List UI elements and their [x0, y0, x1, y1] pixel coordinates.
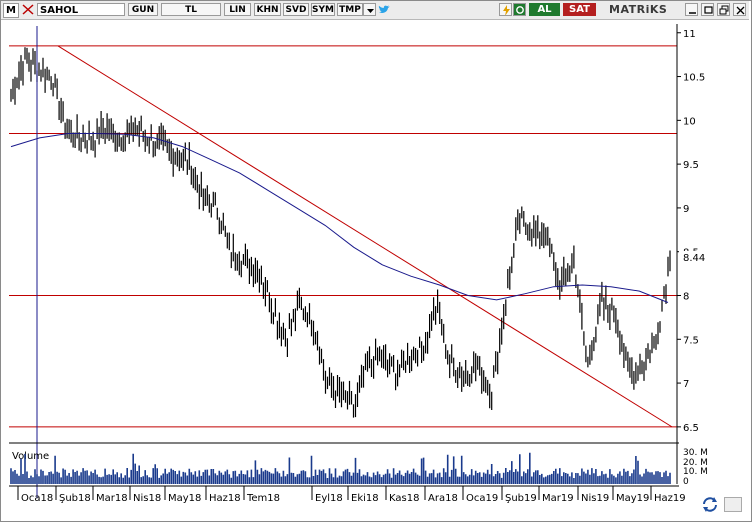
x-tick-label-12: Şub19 [505, 493, 537, 504]
y-tick-label-2: 10 [683, 116, 696, 127]
price-tag-label: 8.44 [683, 253, 705, 264]
y-tick-label-7: 7.5 [683, 335, 699, 346]
x-tick-label-0: Oca18 [21, 493, 53, 504]
volume-label: Volume [12, 451, 49, 462]
price-bars [10, 47, 671, 418]
y-tick-label-9: 6.5 [683, 423, 699, 434]
x-tick-label-14: Nis19 [581, 493, 609, 504]
volume-tick-label-0: 30. M [683, 448, 708, 458]
x-tick-label-7: Eyl18 [315, 493, 343, 504]
x-tick-label-13: Mar19 [542, 493, 574, 504]
x-tick-label-2: Mar18 [96, 493, 128, 504]
y-tick-label-4: 9 [683, 204, 689, 215]
x-tick-label-15: May19 [616, 493, 649, 504]
x-tick-label-9: Kas18 [389, 493, 419, 504]
y-tick-label-1: 10.5 [683, 73, 705, 84]
x-tick-label-5: Haz18 [209, 493, 241, 504]
x-tick-label-11: Oca19 [466, 493, 498, 504]
price-chart: 1110.5109.598.587.576.58.44 Volume30. M2… [9, 24, 709, 504]
volume-bars [10, 452, 671, 484]
volume-tick-label-2: 10. M [683, 467, 708, 477]
y-tick-label-8: 7 [683, 379, 689, 390]
x-tick-label-3: Nis18 [133, 493, 161, 504]
x-tick-label-10: Ara18 [428, 493, 458, 504]
x-tick-label-16: Haz19 [654, 493, 686, 504]
y-tick-label-0: 11 [683, 29, 696, 40]
x-tick-label-1: Şub18 [59, 493, 91, 504]
y-tick-label-6: 8 [683, 291, 689, 302]
x-tick-label-4: May18 [168, 493, 201, 504]
y-tick-label-3: 9.5 [683, 160, 699, 171]
volume-tick-label-3: 0 [683, 477, 689, 487]
x-tick-label-6: Tem18 [246, 493, 280, 504]
x-tick-label-8: Eki18 [351, 493, 379, 504]
scroll-right-button[interactable] [724, 497, 742, 512]
refresh-chart-icon[interactable] [700, 495, 720, 513]
